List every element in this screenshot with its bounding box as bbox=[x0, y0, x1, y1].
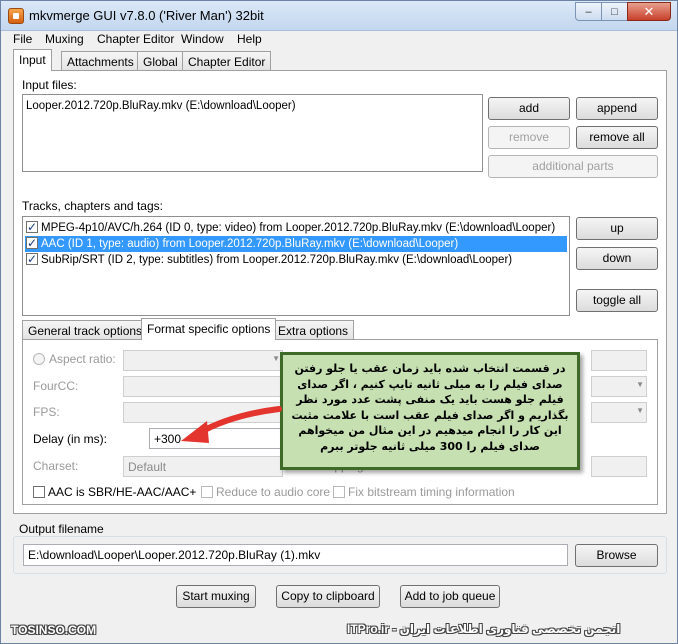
charset-value: Default bbox=[128, 460, 167, 474]
app-icon bbox=[8, 8, 24, 24]
display-width-field[interactable] bbox=[591, 350, 647, 371]
append-button[interactable]: append bbox=[576, 97, 658, 120]
title-bar: mkvmerge GUI v7.8.0 ('River Man') 32bit … bbox=[1, 1, 677, 31]
minimize-button[interactable]: – bbox=[575, 2, 602, 21]
up-button[interactable]: up bbox=[576, 217, 658, 240]
mkvmerge-window: mkvmerge GUI v7.8.0 ('River Man') 32bit … bbox=[0, 0, 678, 644]
reduce-audio-core-option[interactable]: Reduce to audio core bbox=[201, 485, 330, 499]
tab-extra-options[interactable]: Extra options bbox=[272, 320, 355, 340]
chevron-down-icon: ▼ bbox=[636, 380, 644, 389]
annotation-arrow bbox=[181, 406, 282, 443]
charset-label: Charset: bbox=[33, 459, 79, 473]
tracks-label: Tracks, chapters and tags: bbox=[22, 199, 163, 213]
fourcc-field[interactable] bbox=[123, 376, 283, 397]
nalu-size-combo[interactable]: ▼ bbox=[591, 402, 647, 423]
aspect-ratio-combo[interactable]: ▼ bbox=[123, 350, 283, 371]
additional-parts-button[interactable]: additional parts bbox=[488, 155, 658, 178]
start-muxing-button[interactable]: Start muxing bbox=[176, 585, 256, 608]
track-item-audio[interactable]: AAC (ID 1, type: audio) from Looper.2012… bbox=[25, 235, 567, 252]
track-video-checkbox[interactable] bbox=[26, 219, 38, 235]
input-files-label: Input files: bbox=[22, 78, 77, 92]
menu-chapter-editor[interactable]: Chapter Editor bbox=[97, 32, 174, 46]
close-icon: ✕ bbox=[643, 3, 655, 19]
watermark-left: TOSINSO.COM bbox=[11, 623, 97, 637]
add-to-job-queue-button[interactable]: Add to job queue bbox=[400, 585, 500, 608]
track-subtitles-label: SubRip/SRT (ID 2, type: subtitles) from … bbox=[41, 254, 513, 266]
watermark-right: ITPro.ir - انجمن تخصصی فناوری اطلاعات ای… bbox=[347, 622, 621, 636]
cropping-field[interactable] bbox=[591, 456, 647, 477]
tab-format-specific-options[interactable]: Format specific options bbox=[141, 318, 277, 340]
maximize-icon: □ bbox=[611, 5, 618, 18]
close-button[interactable]: ✕ bbox=[627, 2, 671, 21]
menu-window[interactable]: Window bbox=[181, 32, 224, 46]
track-item-subtitles[interactable]: SubRip/SRT (ID 2, type: subtitles) from … bbox=[25, 251, 567, 268]
input-file-item[interactable]: Looper.2012.720p.BluRay.mkv (E:\download… bbox=[25, 98, 296, 114]
menu-file[interactable]: File bbox=[13, 32, 32, 46]
fps-label: FPS: bbox=[33, 405, 60, 419]
remove-button[interactable]: remove bbox=[488, 126, 570, 149]
track-audio-checkbox[interactable] bbox=[26, 235, 38, 251]
minimize-icon: – bbox=[585, 5, 592, 18]
fourcc-label: FourCC: bbox=[33, 379, 79, 393]
aac-sbr-checkbox[interactable] bbox=[33, 486, 45, 498]
charset-combo[interactable]: Default bbox=[123, 456, 283, 477]
tab-general-track-options[interactable]: General track options bbox=[22, 320, 149, 340]
browse-button[interactable]: Browse bbox=[575, 544, 658, 567]
annotation-note: در قسمت انتخاب شده باید زمان عقب یا جلو … bbox=[280, 352, 580, 470]
tab-chapter-editor[interactable]: Chapter Editor bbox=[182, 51, 272, 71]
aspect-ratio-label: Aspect ratio: bbox=[33, 352, 116, 366]
output-filename-label: Output filename bbox=[19, 522, 104, 536]
tab-input[interactable]: Input bbox=[13, 49, 52, 71]
stereoscopy-combo[interactable]: ▼ bbox=[591, 376, 647, 397]
window-title: mkvmerge GUI v7.8.0 ('River Man') 32bit bbox=[29, 8, 264, 23]
input-files-list[interactable]: Looper.2012.720p.BluRay.mkv (E:\download… bbox=[22, 94, 483, 172]
down-button[interactable]: down bbox=[576, 247, 658, 270]
reduce-audio-core-checkbox[interactable] bbox=[201, 486, 213, 498]
chevron-down-icon: ▼ bbox=[272, 354, 280, 363]
aac-sbr-option[interactable]: AAC is SBR/HE-AAC/AAC+ bbox=[33, 485, 196, 499]
track-item-video[interactable]: MPEG-4p10/AVC/h.264 (ID 0, type: video) … bbox=[25, 219, 567, 236]
maximize-button[interactable]: □ bbox=[601, 2, 628, 21]
aspect-ratio-radio[interactable] bbox=[33, 353, 45, 365]
copy-to-clipboard-button[interactable]: Copy to clipboard bbox=[276, 585, 380, 608]
track-video-label: MPEG-4p10/AVC/h.264 (ID 0, type: video) … bbox=[41, 222, 556, 234]
window-controls: – □ ✕ bbox=[575, 2, 671, 22]
add-button[interactable]: add bbox=[488, 97, 570, 120]
chevron-down-icon: ▼ bbox=[636, 406, 644, 415]
track-subtitles-checkbox[interactable] bbox=[26, 251, 38, 267]
toggle-all-button[interactable]: toggle all bbox=[576, 289, 658, 312]
tracks-list[interactable]: MPEG-4p10/AVC/h.264 (ID 0, type: video) … bbox=[22, 216, 570, 316]
tab-global[interactable]: Global bbox=[137, 51, 184, 71]
menu-help[interactable]: Help bbox=[237, 32, 262, 46]
fix-bitstream-checkbox[interactable] bbox=[333, 486, 345, 498]
tab-attachments[interactable]: Attachments bbox=[61, 51, 140, 71]
output-filename-field[interactable]: E:\download\Looper\Looper.2012.720p.BluR… bbox=[23, 544, 568, 566]
fix-bitstream-option[interactable]: Fix bitstream timing information bbox=[333, 485, 515, 499]
menu-bar: File Muxing Chapter Editor Window Help bbox=[1, 31, 677, 48]
menu-muxing[interactable]: Muxing bbox=[45, 32, 84, 46]
track-audio-label: AAC (ID 1, type: audio) from Looper.2012… bbox=[41, 238, 459, 250]
delay-label: Delay (in ms): bbox=[33, 432, 108, 446]
remove-all-button[interactable]: remove all bbox=[576, 126, 658, 149]
